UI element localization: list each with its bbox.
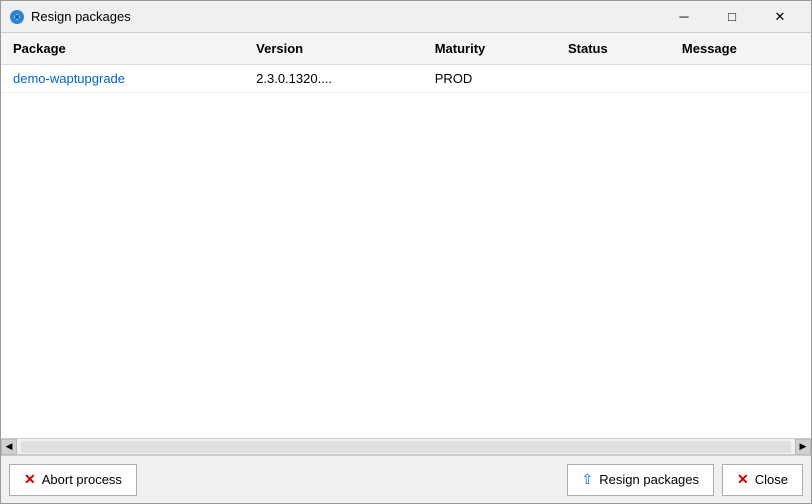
window-controls: ─ □ ✕ [661, 3, 803, 31]
scroll-left-button[interactable]: ◀ [1, 439, 17, 455]
footer: ✕ Abort process ⇧ Resign packages ✕ Clos… [1, 455, 811, 503]
column-header-maturity: Maturity [423, 33, 556, 65]
close-window-button[interactable]: ✕ [757, 3, 803, 31]
maximize-button[interactable]: □ [709, 3, 755, 31]
content-area: Package Version Maturity Status Message … [1, 33, 811, 455]
column-header-status: Status [556, 33, 670, 65]
horizontal-scrollbar[interactable]: ◀ ▶ [1, 439, 811, 455]
resign-packages-label: Resign packages [599, 472, 699, 487]
resign-icon: ⇧ [582, 471, 594, 488]
abort-process-label: Abort process [42, 472, 122, 487]
scroll-right-button[interactable]: ▶ [795, 439, 811, 455]
main-window: Resign packages ─ □ ✕ Package Version Ma… [0, 0, 812, 504]
title-bar: Resign packages ─ □ ✕ [1, 1, 811, 33]
minimize-button[interactable]: ─ [661, 3, 707, 31]
abort-icon: ✕ [24, 471, 36, 488]
resign-packages-button[interactable]: ⇧ Resign packages [567, 464, 714, 496]
table-container[interactable]: Package Version Maturity Status Message … [1, 33, 811, 439]
column-header-package: Package [1, 33, 244, 65]
close-icon: ✕ [737, 471, 749, 488]
window-title: Resign packages [31, 9, 661, 24]
cell-version: 2.3.0.1320.... [244, 65, 423, 93]
close-window-icon: ✕ [775, 9, 786, 25]
window-icon [9, 9, 25, 25]
abort-process-button[interactable]: ✕ Abort process [9, 464, 137, 496]
packages-table: Package Version Maturity Status Message … [1, 33, 811, 93]
column-header-version: Version [244, 33, 423, 65]
maximize-icon: □ [728, 9, 736, 24]
minimize-icon: ─ [679, 9, 688, 24]
close-button[interactable]: ✕ Close [722, 464, 803, 496]
cell-maturity: PROD [423, 65, 556, 93]
close-label: Close [755, 472, 788, 487]
scroll-track[interactable] [21, 441, 791, 453]
cell-package: demo-waptupgrade [1, 65, 244, 93]
table-header-row: Package Version Maturity Status Message [1, 33, 811, 65]
column-header-message: Message [670, 33, 811, 65]
cell-status [556, 65, 670, 93]
table-row[interactable]: demo-waptupgrade2.3.0.1320....PROD [1, 65, 811, 93]
cell-message [670, 65, 811, 93]
